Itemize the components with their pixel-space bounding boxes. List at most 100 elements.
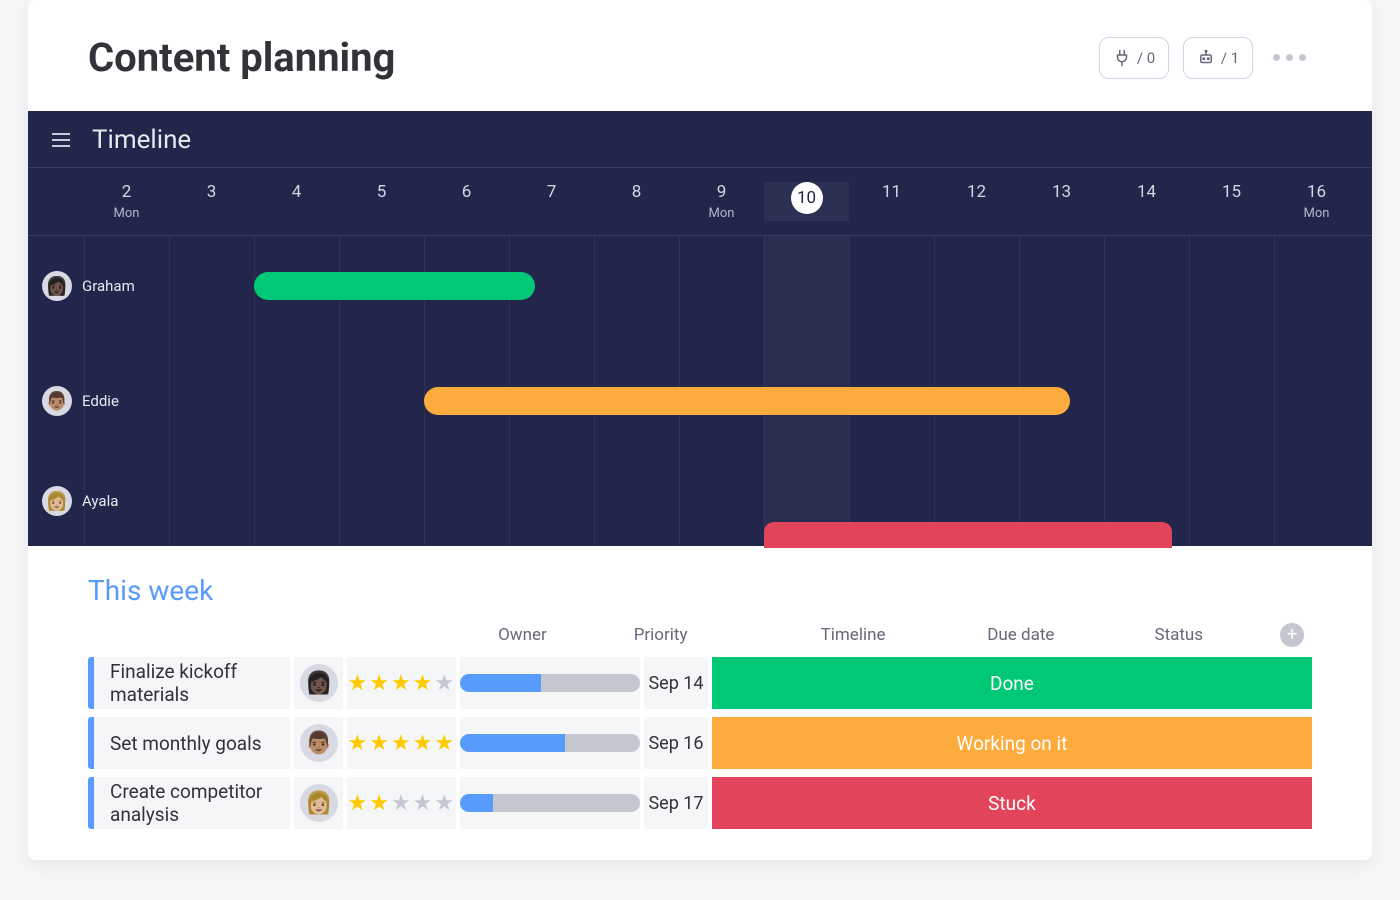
- dot-icon: [1273, 54, 1280, 61]
- col-header-priority[interactable]: Priority: [572, 625, 750, 645]
- date-column[interactable]: 4: [254, 182, 339, 221]
- gantt-row-name: Eddie: [82, 392, 119, 410]
- date-number: 10: [797, 188, 816, 208]
- date-dow: Mon: [679, 206, 764, 221]
- priority-cell[interactable]: ★★★★★: [347, 777, 456, 829]
- gantt-bar[interactable]: [764, 522, 1172, 548]
- priority-cell[interactable]: ★★★★★: [347, 717, 456, 769]
- task-name-cell[interactable]: Finalize kickoff materials: [88, 657, 290, 709]
- star-rating: ★★★★★: [347, 791, 456, 816]
- priority-cell[interactable]: ★★★★★: [347, 657, 456, 709]
- table-row[interactable]: Finalize kickoff materials 👩🏿 ★★★★★ Sep 14D…: [88, 657, 1312, 709]
- gantt-row-label[interactable]: 👨🏽 Eddie: [42, 386, 119, 416]
- date-column[interactable]: 2Mon: [84, 182, 169, 221]
- gantt-bar[interactable]: [254, 272, 535, 300]
- date-column[interactable]: 7: [509, 182, 594, 221]
- date-number: 9: [679, 182, 764, 202]
- date-number: 2: [84, 182, 169, 202]
- gantt-row-name: Ayala: [82, 492, 118, 510]
- star-icon: ★: [413, 731, 435, 756]
- timeline-cell[interactable]: [460, 657, 640, 709]
- date-column[interactable]: 3: [169, 182, 254, 221]
- avatar: 👨🏽: [300, 724, 338, 762]
- menu-icon[interactable]: [52, 133, 70, 147]
- star-icon: ★: [391, 671, 413, 696]
- date-number: 11: [849, 182, 934, 202]
- star-icon: ★: [413, 791, 435, 816]
- col-header-status[interactable]: Status: [1085, 625, 1273, 645]
- board-card: Content planning / 0 / 1 Timeline: [28, 0, 1372, 860]
- date-column[interactable]: 14: [1104, 182, 1189, 221]
- table-row[interactable]: Set monthly goals 👨🏽 ★★★★★ Sep 16 Working on…: [88, 717, 1312, 769]
- task-name-cell[interactable]: Create competitor analysis: [88, 777, 290, 829]
- date-column[interactable]: 10: [764, 182, 849, 221]
- date-column[interactable]: 6: [424, 182, 509, 221]
- owner-cell[interactable]: 👨🏽: [294, 717, 343, 769]
- star-icon: ★: [347, 731, 369, 756]
- star-rating: ★★★★★: [347, 731, 456, 756]
- star-icon: ★: [347, 671, 369, 696]
- timeline-cell[interactable]: [460, 717, 640, 769]
- table-row[interactable]: Create competitor analysis👩🏼★★★★★Sep 17S…: [88, 777, 1312, 829]
- date-dow: Mon: [1274, 206, 1359, 221]
- date-column[interactable]: 5: [339, 182, 424, 221]
- date-number: 16: [1274, 182, 1359, 202]
- star-icon: ★: [347, 791, 369, 816]
- date-number: 13: [1019, 182, 1104, 202]
- gantt-row-label[interactable]: 👩🏿Graham: [42, 271, 135, 301]
- date-number: 5: [339, 182, 424, 202]
- col-header-owner[interactable]: Owner: [473, 625, 572, 645]
- table-header: Owner Priority Timeline Due date Status …: [88, 617, 1312, 657]
- star-icon: ★: [369, 791, 391, 816]
- status-cell[interactable]: Stuck: [712, 777, 1312, 829]
- star-rating: ★★★★★: [347, 671, 456, 696]
- col-header-due[interactable]: Due date: [957, 625, 1085, 645]
- due-date: Sep 16: [648, 733, 703, 754]
- timeline-panel: Timeline 2Mon3456789 Mon 10 111213141516 Mon…: [28, 111, 1372, 546]
- group-title[interactable]: This week: [88, 574, 1312, 607]
- gantt-row-label[interactable]: 👩🏼Ayala: [42, 486, 118, 516]
- avatar: 👨🏽: [42, 386, 72, 416]
- badge-count: / 1: [1221, 49, 1239, 67]
- date-column[interactable]: 16 Mon: [1274, 182, 1359, 221]
- date-number: 6: [424, 182, 509, 202]
- automations-badge[interactable]: / 1: [1183, 37, 1253, 79]
- date-number: 8: [594, 182, 679, 202]
- col-header-timeline[interactable]: Timeline: [749, 625, 956, 645]
- timeline-date-row: 2Mon3456789 Mon 10 111213141516 Mon: [28, 167, 1372, 236]
- owner-cell[interactable]: 👩🏿: [294, 657, 343, 709]
- star-icon: ★: [434, 791, 456, 816]
- owner-cell[interactable]: 👩🏼: [294, 777, 343, 829]
- due-date-cell[interactable]: Sep 16: [644, 717, 708, 769]
- robot-icon: [1197, 49, 1215, 67]
- gantt-row-name: Graham: [82, 277, 135, 295]
- timeline-title: Timeline: [92, 125, 191, 155]
- gantt-body[interactable]: 👩🏿Graham 👨🏽 Eddie 👩🏼Ayala: [28, 236, 1372, 546]
- dot-icon: [1286, 54, 1293, 61]
- date-column[interactable]: 15: [1189, 182, 1274, 221]
- date-column[interactable]: 8: [594, 182, 679, 221]
- date-column[interactable]: 9 Mon: [679, 182, 764, 221]
- due-date-cell[interactable]: Sep 14: [644, 657, 708, 709]
- more-menu[interactable]: [1267, 48, 1312, 67]
- progress-bar: [460, 674, 640, 692]
- status-cell[interactable]: Done: [712, 657, 1312, 709]
- table-section: This week Owner Priority Timeline Due da…: [28, 546, 1372, 860]
- star-icon: ★: [391, 791, 413, 816]
- star-icon: ★: [413, 671, 435, 696]
- date-number: 12: [934, 182, 1019, 202]
- gantt-bar[interactable]: [424, 387, 1070, 415]
- date-number: 7: [509, 182, 594, 202]
- integrations-badge[interactable]: / 0: [1099, 37, 1169, 79]
- status-cell[interactable]: Working on it: [712, 717, 1312, 769]
- date-column[interactable]: 11: [849, 182, 934, 221]
- add-column-button[interactable]: +: [1280, 623, 1304, 647]
- timeline-cell[interactable]: [460, 777, 640, 829]
- star-icon: ★: [391, 731, 413, 756]
- avatar: 👩🏿: [300, 664, 338, 702]
- dot-icon: [1299, 54, 1306, 61]
- date-column[interactable]: 13: [1019, 182, 1104, 221]
- date-column[interactable]: 12: [934, 182, 1019, 221]
- due-date-cell[interactable]: Sep 17: [644, 777, 708, 829]
- task-name-cell[interactable]: Set monthly goals: [88, 717, 290, 769]
